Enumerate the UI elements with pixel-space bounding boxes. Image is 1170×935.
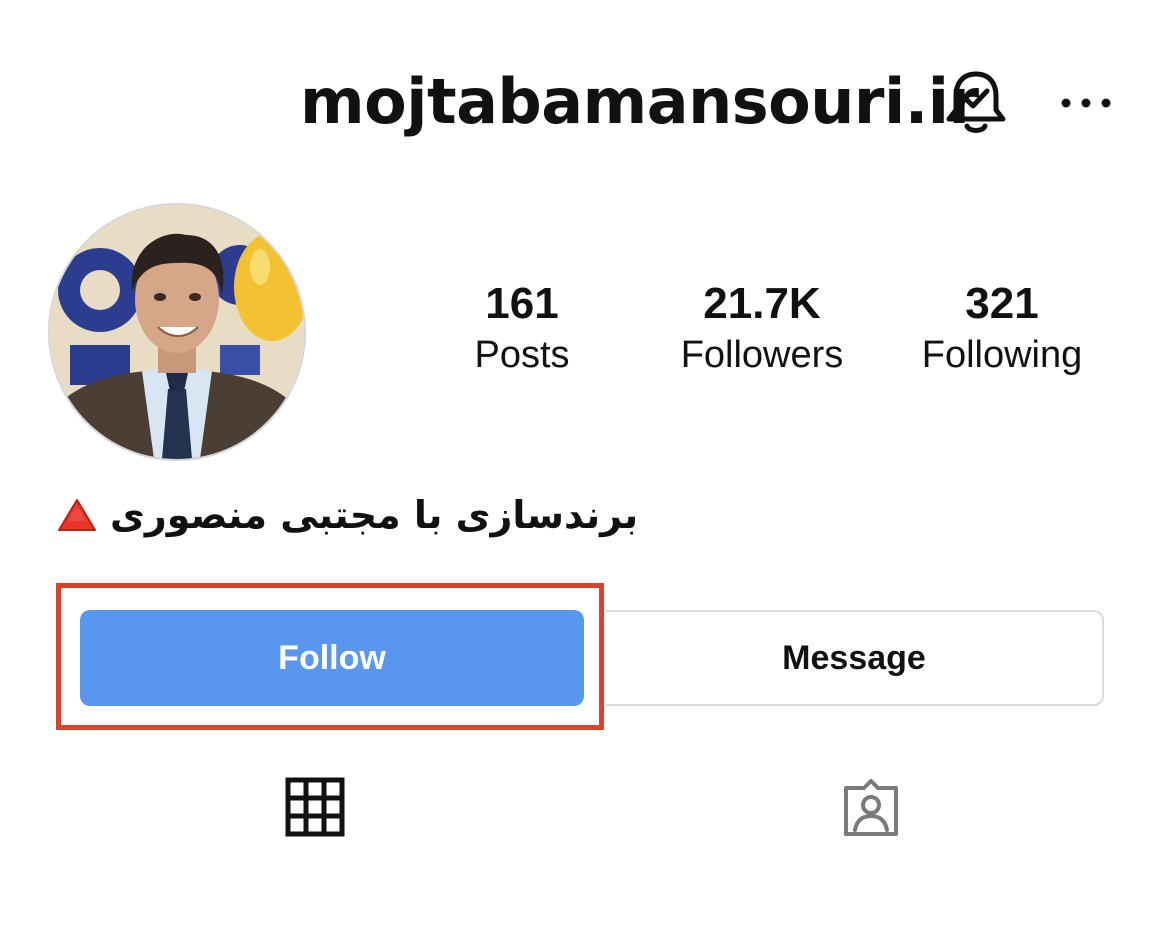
followers-count[interactable]: 21.7K Followers — [652, 278, 872, 380]
following-count-value: 321 — [965, 279, 1039, 328]
following-count[interactable]: 321 Following — [892, 278, 1112, 380]
message-button[interactable]: Message — [606, 610, 1104, 706]
followers-count-value: 21.7K — [703, 279, 821, 328]
profile-avatar[interactable] — [48, 203, 306, 461]
more-options-button[interactable] — [1058, 88, 1114, 118]
profile-bio: برندسازی با مجتبی منصوری — [56, 485, 638, 545]
profile-photo — [50, 205, 304, 459]
profile-username: mojtabamansouri.ir — [300, 65, 979, 138]
followers-count-label: Followers — [680, 334, 844, 376]
tab-tagged[interactable] — [836, 772, 906, 842]
grid-icon — [285, 777, 345, 837]
follow-highlight-box — [56, 583, 604, 730]
tagged-person-icon — [844, 779, 898, 836]
following-count-label: Following — [921, 334, 1083, 376]
notification-bell-button[interactable] — [942, 66, 1010, 138]
posts-count-value: 161 — [485, 279, 559, 328]
posts-count-label: Posts — [474, 334, 570, 376]
red-triangle-icon — [58, 499, 96, 531]
more-horizontal-icon — [1061, 98, 1111, 108]
bell-check-icon — [946, 71, 1006, 133]
bio-text: برندسازی با مجتبی منصوری — [110, 493, 639, 537]
posts-count[interactable]: 161 Posts — [412, 278, 632, 380]
tab-posts-grid[interactable] — [280, 772, 350, 842]
